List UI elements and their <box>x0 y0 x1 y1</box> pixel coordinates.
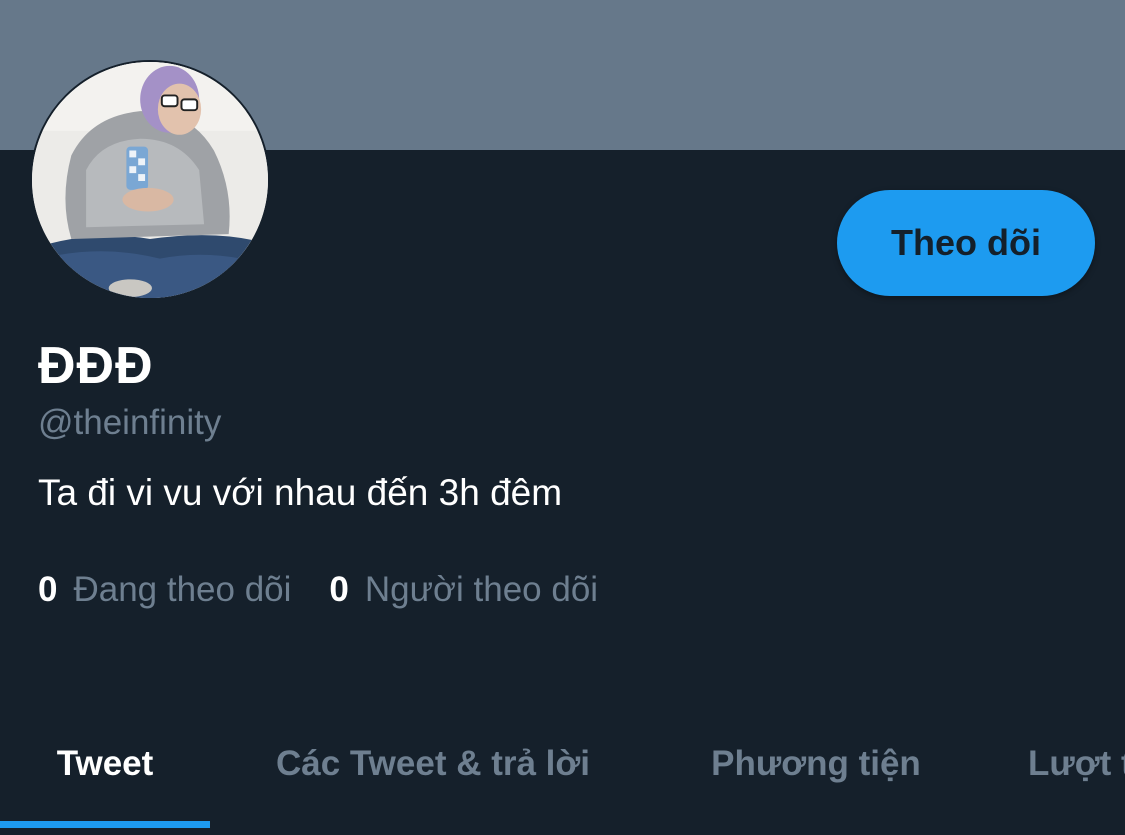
username-handle: @theinfinity <box>38 403 222 442</box>
display-name: ĐĐĐ <box>38 337 154 395</box>
follow-stats: 0 Đang theo dõi 0 Người theo dõi <box>38 568 598 612</box>
followers-count: 0 <box>329 570 349 609</box>
tab-tweets-and-replies[interactable]: Các Tweet & trả lời <box>210 700 656 828</box>
tab-tweets[interactable]: Tweet <box>0 700 210 828</box>
tab-likes[interactable]: Lượt thích <box>1028 700 1125 828</box>
avatar[interactable] <box>30 60 270 300</box>
avatar-photo <box>32 62 268 298</box>
profile-tabs: Tweet Các Tweet & trả lời Phương tiện Lư… <box>0 700 1125 835</box>
following-label: Đang theo dõi <box>73 570 292 609</box>
follow-button[interactable]: Theo dõi <box>837 190 1095 296</box>
following-stat[interactable]: 0 Đang theo dõi <box>38 568 291 612</box>
followers-stat[interactable]: 0 Người theo dõi <box>329 568 598 612</box>
active-tab-indicator <box>0 821 210 828</box>
following-count: 0 <box>38 570 58 609</box>
followers-label: Người theo dõi <box>364 570 599 609</box>
tab-media[interactable]: Phương tiện <box>656 700 976 828</box>
profile-bio: Ta đi vi vu với nhau đến 3h đêm <box>38 472 563 513</box>
